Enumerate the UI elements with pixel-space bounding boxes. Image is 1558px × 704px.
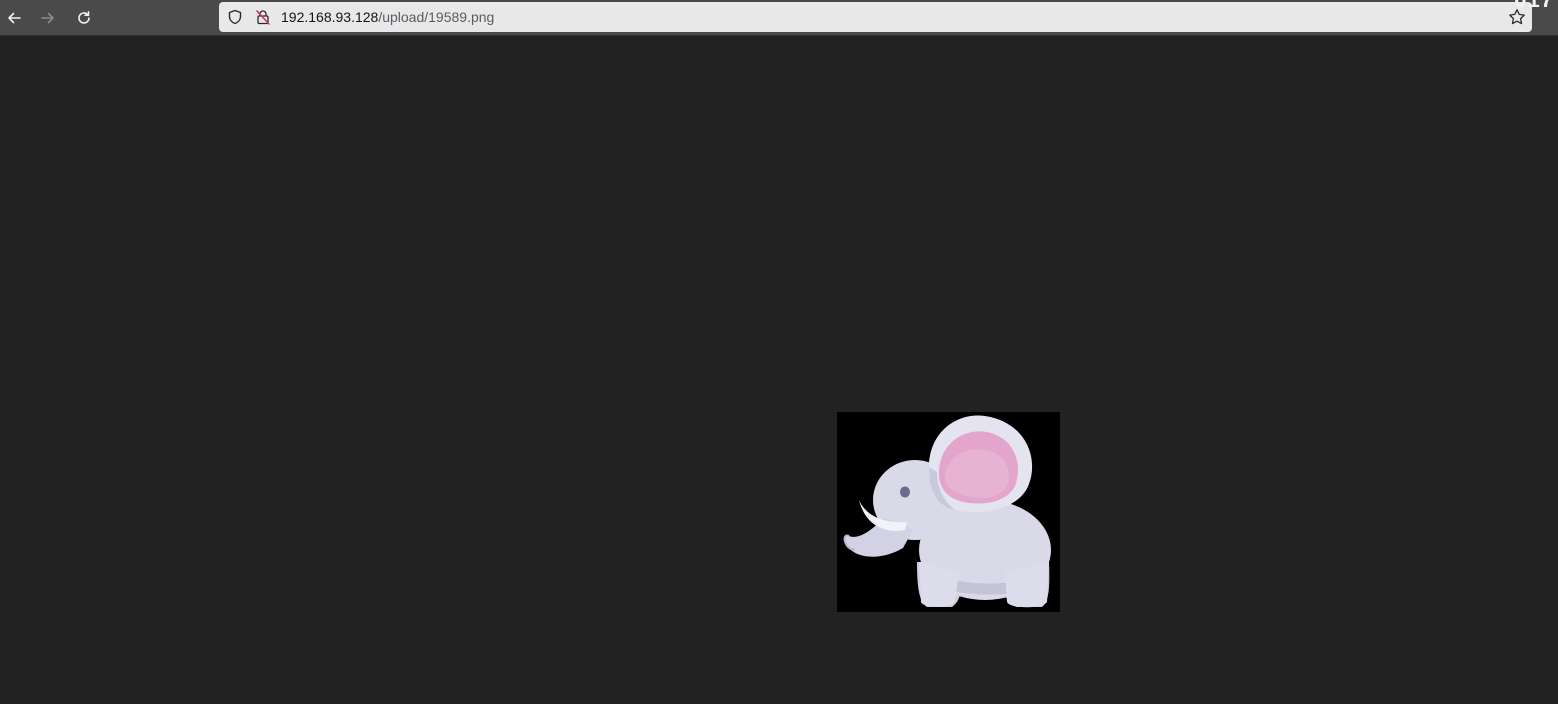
reload-button[interactable] [70, 4, 98, 32]
corner-text: 017 [1514, 0, 1554, 11]
url-host: 192.168.93.128 [281, 9, 379, 25]
url-text[interactable]: 192.168.93.128/upload/19589.png [281, 9, 494, 25]
image-viewer [0, 37, 1558, 704]
back-arrow-icon [8, 12, 21, 24]
reload-icon [78, 11, 90, 24]
forward-button[interactable] [34, 4, 62, 32]
shield-icon[interactable] [227, 9, 243, 25]
url-bar[interactable]: 192.168.93.128/upload/19589.png [219, 2, 1532, 32]
elephant-illustration [837, 412, 1060, 612]
back-button[interactable] [0, 4, 28, 32]
insecure-lock-icon[interactable] [255, 9, 271, 25]
forward-arrow-icon [41, 12, 54, 24]
displayed-image[interactable] [837, 412, 1060, 612]
browser-toolbar: 192.168.93.128/upload/19589.png 017 [0, 0, 1558, 36]
url-path: /upload/19589.png [378, 9, 495, 25]
